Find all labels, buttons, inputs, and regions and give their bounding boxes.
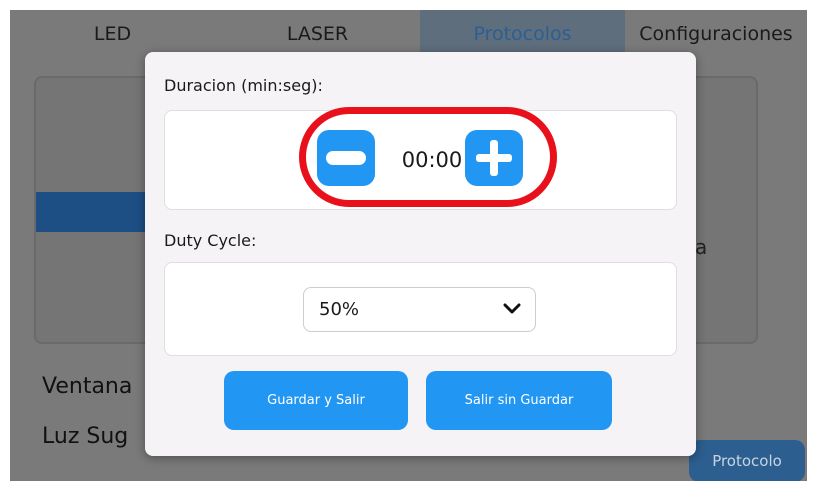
duty-cycle-value: 50% (319, 299, 360, 320)
duty-cycle-select[interactable]: 50% (303, 287, 536, 332)
chevron-down-icon (503, 303, 521, 314)
tab-bar: LED LASER Protocolos Configuraciones (10, 10, 807, 58)
save-and-exit-button[interactable]: Guardar y Salir (224, 371, 408, 430)
exit-without-saving-button[interactable]: Salir sin Guardar (426, 371, 612, 430)
luz-label: Luz Sug (42, 424, 129, 449)
tab-led[interactable]: LED (10, 10, 215, 58)
duration-label: Duracion (min:seg): (164, 76, 323, 95)
ventana-label: Ventana (42, 374, 133, 399)
duty-cycle-label: Duty Cycle: (164, 231, 257, 250)
tab-protocolos[interactable]: Protocolos (420, 10, 625, 58)
tab-laser[interactable]: LASER (215, 10, 420, 58)
background-panel-text: a (695, 235, 708, 259)
stepper-highlight-annotation (299, 107, 557, 207)
protocolo-button[interactable]: Protocolo (689, 440, 805, 481)
tab-configuraciones[interactable]: Configuraciones (625, 10, 807, 58)
